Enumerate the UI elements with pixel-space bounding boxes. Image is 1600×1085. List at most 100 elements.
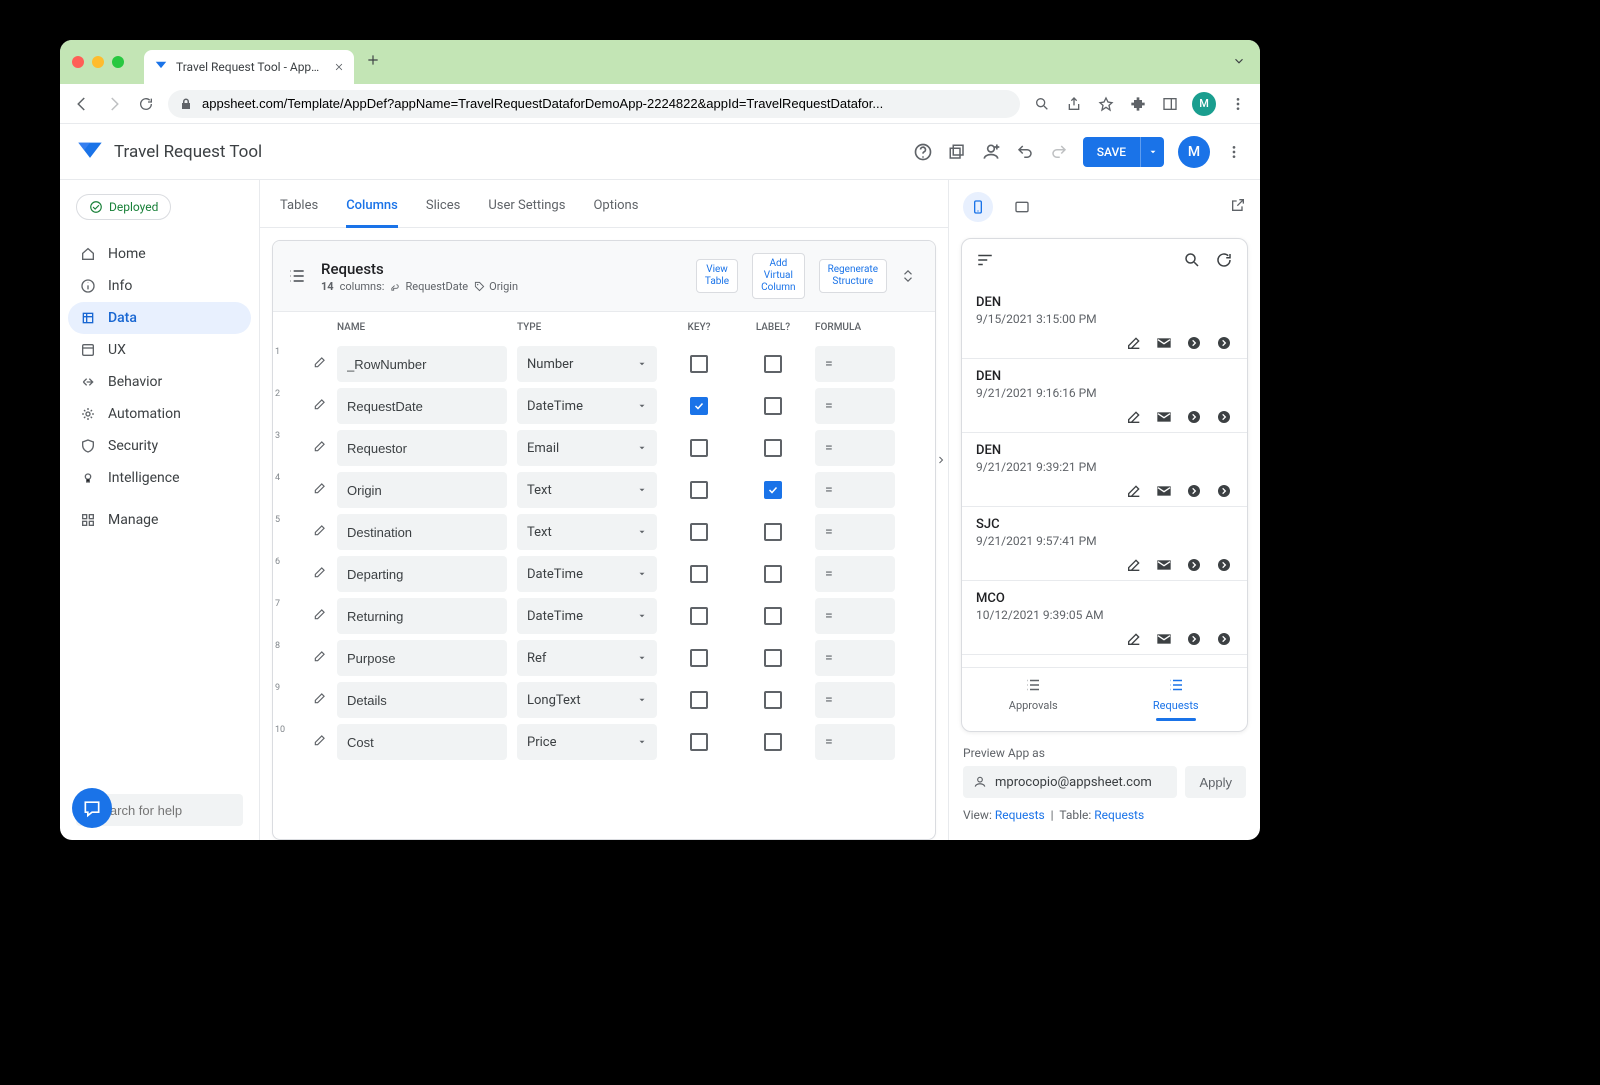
column-name-input[interactable] — [337, 640, 507, 676]
browser-tab[interactable]: Travel Request Tool - AppShee — [144, 50, 354, 84]
save-dropdown[interactable] — [1140, 137, 1164, 167]
list-item[interactable]: DEN 9/21/2021 9:39:21 PM — [962, 433, 1247, 507]
list-item[interactable]: SJC 9/21/2021 9:57:41 PM — [962, 507, 1247, 581]
key-checkbox[interactable] — [690, 439, 708, 457]
add-user-icon[interactable] — [981, 142, 1001, 162]
expand-panel-icon[interactable] — [934, 440, 948, 480]
list-item[interactable]: DEN 9/15/2021 3:15:00 PM — [962, 285, 1247, 359]
column-type-select[interactable]: Text — [517, 472, 657, 508]
nav-forward-icon[interactable] — [104, 94, 124, 114]
next-icon[interactable] — [1185, 556, 1203, 574]
key-checkbox[interactable] — [690, 733, 708, 751]
key-checkbox[interactable] — [690, 355, 708, 373]
label-checkbox[interactable] — [764, 481, 782, 499]
column-type-select[interactable]: Price — [517, 724, 657, 760]
label-checkbox[interactable] — [764, 397, 782, 415]
column-type-select[interactable]: LongText — [517, 682, 657, 718]
sidepanel-icon[interactable] — [1160, 94, 1180, 114]
formula-field[interactable]: = — [815, 388, 895, 424]
label-checkbox[interactable] — [764, 439, 782, 457]
column-name-input[interactable] — [337, 430, 507, 466]
search-icon[interactable] — [1183, 251, 1201, 273]
edit-column-icon[interactable] — [313, 691, 327, 709]
edit-icon[interactable] — [1125, 408, 1143, 426]
column-name-input[interactable] — [337, 514, 507, 550]
next-icon[interactable] — [1185, 408, 1203, 426]
next-icon[interactable] — [1215, 408, 1233, 426]
next-icon[interactable] — [1215, 630, 1233, 648]
sidebar-item-data[interactable]: Data — [68, 302, 251, 334]
edit-column-icon[interactable] — [313, 355, 327, 373]
column-type-select[interactable]: Email — [517, 430, 657, 466]
sidebar-item-home[interactable]: Home — [68, 238, 251, 270]
minimize-window[interactable] — [92, 56, 104, 68]
key-checkbox[interactable] — [690, 481, 708, 499]
label-checkbox[interactable] — [764, 691, 782, 709]
reload-icon[interactable] — [136, 94, 156, 114]
browser-avatar[interactable]: M — [1192, 92, 1216, 116]
edit-icon[interactable] — [1125, 482, 1143, 500]
label-checkbox[interactable] — [764, 523, 782, 541]
formula-field[interactable]: = — [815, 430, 895, 466]
chat-fab[interactable] — [72, 788, 112, 828]
tab-options[interactable]: Options — [593, 192, 638, 227]
preview-tablet-icon[interactable] — [1007, 192, 1037, 222]
next-icon[interactable] — [1215, 334, 1233, 352]
app-menu-icon[interactable] — [1224, 142, 1244, 162]
mail-icon[interactable] — [1155, 408, 1173, 426]
edit-column-icon[interactable] — [313, 565, 327, 583]
formula-field[interactable]: = — [815, 346, 895, 382]
open-external-icon[interactable] — [1230, 197, 1246, 217]
redo-icon[interactable] — [1049, 142, 1069, 162]
edit-icon[interactable] — [1125, 334, 1143, 352]
edit-column-icon[interactable] — [313, 733, 327, 751]
sidebar-item-security[interactable]: Security — [68, 430, 251, 462]
phone-nav-approvals[interactable]: Approvals — [962, 668, 1105, 731]
column-type-select[interactable]: Number — [517, 346, 657, 382]
edit-column-icon[interactable] — [313, 649, 327, 667]
phone-nav-requests[interactable]: Requests — [1105, 668, 1248, 731]
column-name-input[interactable] — [337, 598, 507, 634]
formula-field[interactable]: = — [815, 472, 895, 508]
label-checkbox[interactable] — [764, 565, 782, 583]
regenerate-button[interactable]: Regenerate Structure — [819, 259, 887, 293]
label-checkbox[interactable] — [764, 733, 782, 751]
column-name-input[interactable] — [337, 388, 507, 424]
tabs-overflow[interactable] — [1232, 54, 1246, 72]
extensions-icon[interactable] — [1128, 94, 1148, 114]
formula-field[interactable]: = — [815, 724, 895, 760]
edit-column-icon[interactable] — [313, 607, 327, 625]
next-icon[interactable] — [1215, 482, 1233, 500]
edit-column-icon[interactable] — [313, 523, 327, 541]
column-type-select[interactable]: Text — [517, 514, 657, 550]
key-checkbox[interactable] — [690, 691, 708, 709]
undo-icon[interactable] — [1015, 142, 1035, 162]
edit-icon[interactable] — [1125, 556, 1143, 574]
sort-icon[interactable] — [976, 251, 994, 273]
search-icon[interactable] — [1032, 94, 1052, 114]
column-type-select[interactable]: DateTime — [517, 388, 657, 424]
close-tab-icon[interactable] — [334, 62, 344, 72]
view-table-button[interactable]: View Table — [696, 259, 738, 293]
mail-icon[interactable] — [1155, 482, 1173, 500]
browser-menu-icon[interactable] — [1228, 94, 1248, 114]
save-button[interactable]: SAVE — [1083, 137, 1164, 167]
url-field[interactable] — [168, 90, 1020, 118]
next-icon[interactable] — [1215, 556, 1233, 574]
formula-field[interactable]: = — [815, 682, 895, 718]
mail-icon[interactable] — [1155, 556, 1173, 574]
key-checkbox[interactable] — [690, 565, 708, 583]
column-name-input[interactable] — [337, 346, 507, 382]
deploy-status[interactable]: Deployed — [76, 194, 171, 220]
formula-field[interactable]: = — [815, 514, 895, 550]
label-checkbox[interactable] — [764, 649, 782, 667]
copy-icon[interactable] — [947, 142, 967, 162]
next-icon[interactable] — [1185, 630, 1203, 648]
tab-columns[interactable]: Columns — [346, 192, 398, 228]
edit-icon[interactable] — [1125, 630, 1143, 648]
edit-column-icon[interactable] — [313, 439, 327, 457]
add-virtual-column-button[interactable]: Add Virtual Column — [752, 253, 804, 299]
tab-slices[interactable]: Slices — [426, 192, 460, 227]
tab-tables[interactable]: Tables — [280, 192, 318, 227]
edit-column-icon[interactable] — [313, 481, 327, 499]
